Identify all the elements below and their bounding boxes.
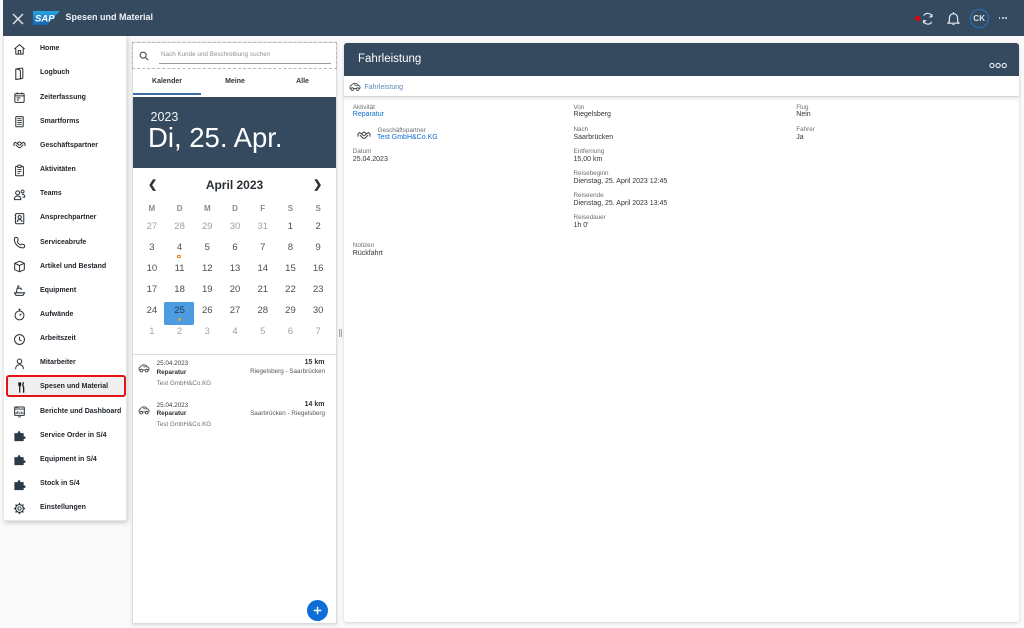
svg-text:SAP: SAP [35,14,55,25]
